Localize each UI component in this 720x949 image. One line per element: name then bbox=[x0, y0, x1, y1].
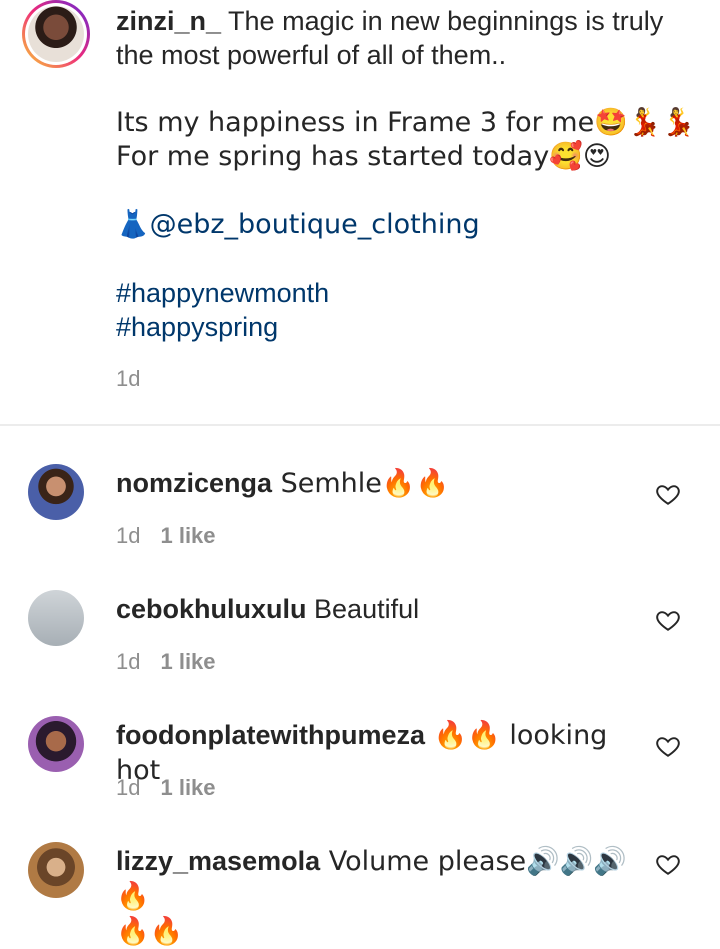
comment-meta: 1d 1 like bbox=[116, 523, 216, 549]
comment-time: 1d bbox=[116, 649, 141, 674]
caption-line-2: the most powerful of all of them.. bbox=[116, 40, 507, 70]
caption-line-1: The magic in new beginnings is truly bbox=[221, 6, 664, 36]
commenter-avatar[interactable] bbox=[28, 464, 84, 520]
caption-first-line: zinzi_n_ The magic in new beginnings is … bbox=[116, 4, 696, 38]
poster-avatar[interactable] bbox=[22, 0, 90, 68]
caption-line-4: For me spring has started today🥰😍 bbox=[116, 141, 611, 172]
comment-likes[interactable]: 1 like bbox=[160, 523, 215, 548]
post-timestamp: 1d bbox=[116, 366, 141, 391]
comment-text: cebokhuluxulu Beautiful bbox=[116, 592, 636, 626]
heart-icon[interactable] bbox=[655, 851, 681, 877]
heart-icon[interactable] bbox=[655, 481, 681, 507]
comments-list: nomzicenga Semhle🔥🔥 1d 1 like cebokhuluxu… bbox=[0, 426, 720, 947]
poster-username[interactable]: zinzi_n_ bbox=[116, 6, 221, 36]
heart-icon[interactable] bbox=[655, 733, 681, 759]
mention-link[interactable]: 👗@ebz_boutique_clothing bbox=[116, 208, 696, 242]
post-caption-section: zinzi_n_ The magic in new beginnings is … bbox=[0, 0, 720, 424]
hashtag-link-1[interactable]: #happynewmonth bbox=[116, 276, 696, 310]
commenter-avatar[interactable] bbox=[28, 842, 84, 898]
commenter-username[interactable]: cebokhuluxulu bbox=[116, 594, 307, 624]
comment-text: lizzy_masemola Volume please🔊🔊🔊🔥 🔥🔥 bbox=[116, 844, 636, 949]
comment-meta: 1d 1 like bbox=[116, 649, 216, 675]
comment-item: nomzicenga Semhle🔥🔥 1d 1 like bbox=[0, 426, 720, 552]
comment-time: 1d bbox=[116, 523, 141, 548]
comment-likes[interactable]: 1 like bbox=[160, 775, 215, 800]
avatar-ring-inner bbox=[25, 3, 87, 65]
comment-body: Semhle🔥🔥 bbox=[272, 468, 450, 499]
heart-icon[interactable] bbox=[655, 607, 681, 633]
caption-text: zinzi_n_ The magic in new beginnings is … bbox=[116, 4, 696, 344]
hashtag-link-2[interactable]: #happyspring bbox=[116, 310, 696, 344]
commenter-username[interactable]: foodonplatewithpumeza bbox=[116, 720, 425, 750]
comment-text: nomzicenga Semhle🔥🔥 bbox=[116, 466, 636, 501]
comment-item: lizzy_masemola Volume please🔊🔊🔊🔥 🔥🔥 bbox=[0, 804, 720, 947]
comment-likes[interactable]: 1 like bbox=[160, 649, 215, 674]
commenter-avatar[interactable] bbox=[28, 716, 84, 772]
comment-time: 1d bbox=[116, 775, 141, 800]
commenter-username[interactable]: nomzicenga bbox=[116, 468, 272, 498]
comment-meta: 1d 1 like bbox=[116, 775, 216, 801]
avatar-photo bbox=[28, 6, 84, 62]
commenter-avatar[interactable] bbox=[28, 590, 84, 646]
comment-body: Beautiful bbox=[306, 594, 420, 624]
comment-item: foodonplatewithpumeza 🔥🔥 looking hot 1d 1… bbox=[0, 678, 720, 804]
comment-item: cebokhuluxulu Beautiful 1d 1 like bbox=[0, 552, 720, 678]
commenter-username[interactable]: lizzy_masemola bbox=[116, 846, 320, 876]
caption-line-3: Its my happiness in Frame 3 for me🤩💃💃 bbox=[116, 107, 696, 138]
